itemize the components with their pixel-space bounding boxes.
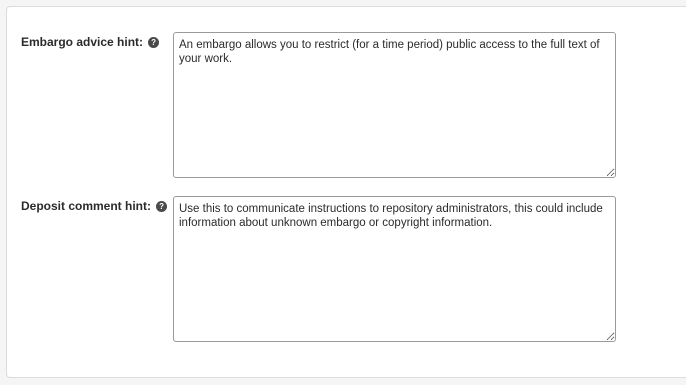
- help-icon[interactable]: ?: [156, 200, 168, 212]
- help-icon[interactable]: ?: [148, 36, 160, 48]
- settings-panel: Embargo advice hint: ? An embargo allows…: [6, 6, 686, 378]
- deposit-comment-label: Deposit comment hint:: [21, 199, 152, 213]
- deposit-comment-textarea[interactable]: Use this to communicate instructions to …: [173, 196, 616, 342]
- embargo-advice-label-group: Embargo advice hint: ?: [21, 35, 160, 49]
- embargo-advice-label: Embargo advice hint:: [21, 35, 144, 49]
- deposit-comment-label-group: Deposit comment hint: ?: [21, 199, 168, 213]
- embargo-advice-textarea[interactable]: An embargo allows you to restrict (for a…: [173, 32, 616, 178]
